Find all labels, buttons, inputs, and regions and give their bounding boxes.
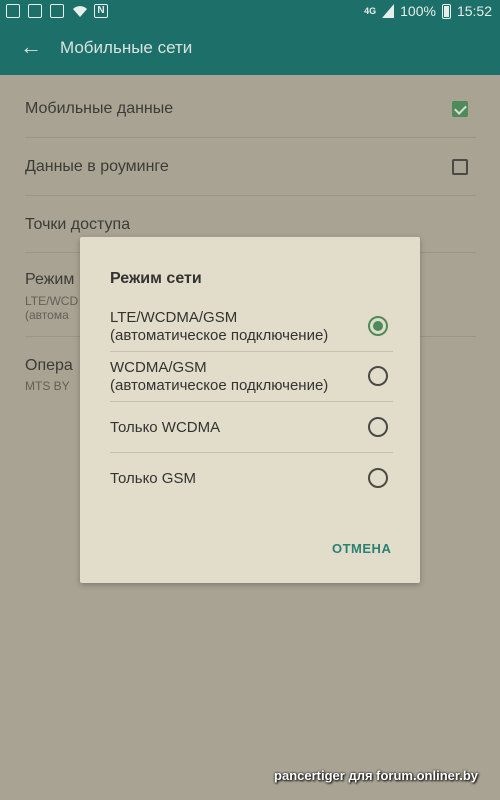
option-wcdma-only[interactable]: Только WCDMA (80, 402, 420, 452)
dialog-title: Режим сети (110, 270, 202, 287)
option-line: (автоматическое подключение) (110, 327, 329, 344)
option-gsm-only[interactable]: Только GSM (80, 453, 420, 503)
back-arrow-icon[interactable]: ← (20, 36, 44, 60)
option-label: WCDMA/GSM (автоматическое подключение) (110, 359, 328, 395)
radio-unselected[interactable] (368, 468, 388, 488)
status-bar: N 4G 100% 15:52 (0, 0, 500, 24)
watermark: pancertiger для forum.onliner.by (274, 768, 478, 783)
nfc-icon: N (94, 4, 108, 18)
battery-icon (441, 3, 451, 19)
battery-percent: 100% (400, 3, 436, 19)
option-label: Только GSM (110, 470, 196, 487)
divider (25, 137, 476, 138)
status-right: 4G 100% 15:52 (364, 3, 492, 19)
network-type: 4G (364, 5, 377, 16)
setting-label: Данные в роуминге (25, 158, 169, 175)
radio-unselected[interactable] (368, 417, 388, 437)
divider (25, 195, 476, 196)
option-lte-wcdma-gsm[interactable]: LTE/WCDMA/GSM (автоматическое подключени… (80, 302, 420, 352)
radio-selected[interactable] (368, 316, 388, 336)
setting-label: Точки доступа (25, 216, 131, 233)
option-label: Только WCDMA (110, 419, 221, 436)
option-wcdma-gsm[interactable]: WCDMA/GSM (автоматическое подключение) (80, 352, 420, 402)
option-line: LTE/WCDMA/GSM (110, 309, 238, 326)
setting-roaming[interactable]: Данные в роуминге (25, 158, 475, 176)
option-line: WCDMA/GSM (110, 359, 207, 376)
wifi-icon (72, 4, 87, 18)
cancel-button[interactable]: ОТМЕНА (332, 541, 391, 556)
page-title: Мобильные сети (60, 38, 193, 57)
option-label: LTE/WCDMA/GSM (автоматическое подключени… (110, 309, 328, 345)
radio-unselected[interactable] (368, 366, 388, 386)
setting-mobile-data[interactable]: Мобильные данные (25, 100, 475, 118)
setting-access-points[interactable]: Точки доступа (25, 216, 475, 234)
gallery-icon (28, 4, 42, 18)
option-line: (автоматическое подключение) (110, 377, 329, 394)
network-mode-dialog: Режим сети LTE/WCDMA/GSM (автоматическое… (80, 237, 420, 583)
mail-icon (50, 4, 64, 18)
notification-icons: N (6, 4, 108, 18)
mobile-data-checkbox[interactable] (452, 101, 468, 117)
settings-icon (6, 4, 20, 18)
app-bar: ← Мобильные сети (0, 24, 500, 75)
setting-label: Мобильные данные (25, 100, 174, 117)
signal-icon (382, 4, 395, 18)
clock: 15:52 (456, 3, 492, 19)
roaming-checkbox[interactable] (452, 159, 468, 175)
